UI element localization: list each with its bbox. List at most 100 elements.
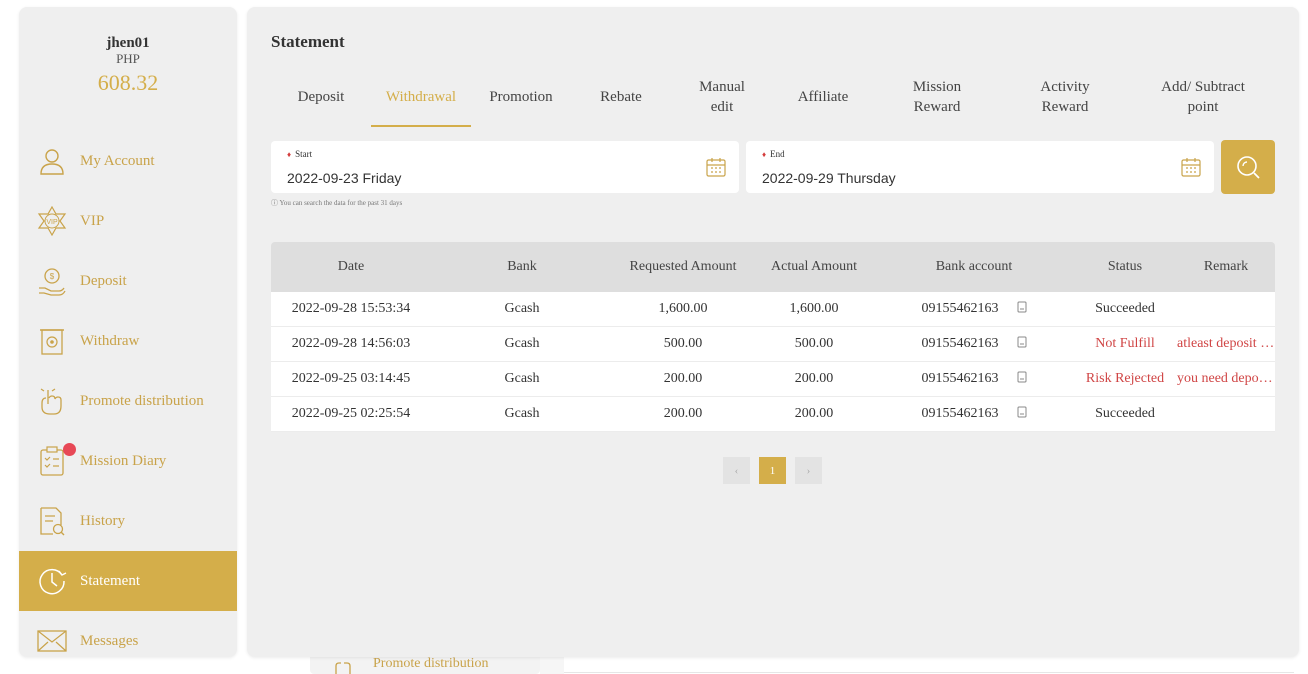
sidebar-item-statement[interactable]: Statement <box>19 551 237 611</box>
tab-affiliate[interactable]: Affiliate <box>773 67 873 127</box>
user-info: jhen01 PHP 608.32 <box>19 7 237 131</box>
cell-bank: Gcash <box>504 406 540 421</box>
sidebar-item-deposit[interactable]: $ Deposit <box>19 251 237 311</box>
sidebar-item-label: Promote distribution <box>80 392 204 409</box>
tab-add-subtract-point[interactable]: Add/ Subtract point <box>1129 67 1277 127</box>
column-header: Status <box>1107 259 1143 274</box>
user-icon <box>37 146 67 176</box>
promote-hand-icon <box>335 662 351 674</box>
main-panel: Statement Deposit Withdrawal Promotion R… <box>247 7 1299 657</box>
cell-requested-amount: 500.00 <box>663 336 703 351</box>
copy-icon[interactable] <box>1017 301 1027 313</box>
search-button[interactable] <box>1221 140 1275 194</box>
cell-date: 2022-09-25 03:14:45 <box>291 371 411 386</box>
table-header: Date Bank Requested Amount Actual Amount… <box>271 242 1275 292</box>
cell-requested-amount: 200.00 <box>663 406 703 421</box>
sidebar-item-label: Statement <box>80 572 140 589</box>
cell-actual-amount: 1,600.00 <box>789 301 839 316</box>
sidebar-item-messages[interactable]: Messages <box>19 611 237 657</box>
sidebar-item-label: My Account <box>80 152 155 169</box>
svg-text:VIP: VIP <box>46 219 58 226</box>
required-icon: ♦ <box>287 150 292 159</box>
calendar-icon <box>706 158 726 177</box>
column-header: Bank <box>507 259 537 274</box>
background-nav-label: Promote distribution <box>373 656 489 671</box>
username: jhen01 <box>106 35 150 51</box>
copy-icon[interactable] <box>1017 371 1027 383</box>
cell-requested-amount: 200.00 <box>663 371 703 386</box>
start-date-label: ♦ Start <box>287 149 313 159</box>
sidebar: jhen01 PHP 608.32 My Account VIP VIP $ D… <box>19 7 237 657</box>
column-header: Date <box>337 259 365 274</box>
vip-badge-icon: VIP <box>37 206 67 236</box>
copy-icon[interactable] <box>1017 406 1027 418</box>
end-date-value: 2022-09-29 Thursday <box>762 170 896 186</box>
tab-manual-edit[interactable]: Manual edit <box>671 67 773 127</box>
required-icon: ♦ <box>762 150 767 159</box>
promote-hand-icon <box>37 386 67 416</box>
cell-bank: Gcash <box>504 301 540 316</box>
table-row: 2022-09-28 15:53:34 Gcash 1,600.00 1,600… <box>271 292 1275 327</box>
cell-status: Succeeded <box>1095 406 1155 421</box>
sidebar-item-promote-distribution[interactable]: Promote distribution <box>19 371 237 431</box>
column-header: Bank account <box>935 259 1013 274</box>
cell-status: Succeeded <box>1095 301 1155 316</box>
sidebar-item-label: VIP <box>80 212 105 229</box>
statement-tabs: Deposit Withdrawal Promotion Rebate Manu… <box>271 67 1277 129</box>
start-date-value: 2022-09-23 Friday <box>287 170 402 186</box>
tab-activity-reward[interactable]: Activity Reward <box>1001 67 1129 127</box>
sidebar-item-my-account[interactable]: My Account <box>19 131 237 191</box>
history-document-icon <box>37 506 67 536</box>
tab-rebate[interactable]: Rebate <box>571 67 671 127</box>
sidebar-item-label: Withdraw <box>80 332 140 349</box>
envelope-icon <box>37 626 67 656</box>
sidebar-item-label: Mission Diary <box>80 452 167 469</box>
cell-status: Risk Rejected <box>1085 371 1165 386</box>
column-header: Remark <box>1203 259 1249 274</box>
table-row: 2022-09-28 14:56:03 Gcash 500.00 500.00 … <box>271 327 1275 362</box>
end-date-picker[interactable]: ♦ End 2022-09-29 Thursday <box>746 141 1214 193</box>
next-page-button[interactable]: › <box>795 457 822 484</box>
cell-remark: atleast deposit … <box>1177 336 1275 351</box>
currency: PHP <box>116 51 140 66</box>
start-date-picker[interactable]: ♦ Start 2022-09-23 Friday <box>271 141 739 193</box>
background-panel-divider <box>540 656 564 674</box>
search-hint: ⓘ You can search the data for the past 3… <box>271 199 403 207</box>
sidebar-item-mission-diary[interactable]: Mission Diary <box>19 431 237 491</box>
column-header: Requested Amount <box>629 259 737 274</box>
sidebar-item-history[interactable]: History <box>19 491 237 551</box>
balance: 608.32 <box>97 70 159 95</box>
page-number-button[interactable]: 1 <box>759 457 786 484</box>
cell-bank-account: 09155462163 <box>875 371 1073 387</box>
cell-date: 2022-09-28 14:56:03 <box>291 336 411 351</box>
info-icon: ⓘ <box>271 199 278 207</box>
cell-bank: Gcash <box>504 336 540 351</box>
svg-text:$: $ <box>50 272 55 281</box>
cell-requested-amount: 1,600.00 <box>658 301 708 316</box>
cell-remark: you need depo… <box>1177 371 1273 386</box>
copy-icon[interactable] <box>1017 336 1027 348</box>
table-row: 2022-09-25 03:14:45 Gcash 200.00 200.00 … <box>271 362 1275 397</box>
page-title: Statement <box>271 32 345 51</box>
sidebar-item-label: Messages <box>80 632 139 649</box>
cell-bank-account: 09155462163 <box>875 336 1073 352</box>
cell-actual-amount: 200.00 <box>794 406 834 421</box>
cell-date: 2022-09-28 15:53:34 <box>291 301 411 316</box>
notification-dot <box>63 443 76 456</box>
sidebar-item-vip[interactable]: VIP VIP <box>19 191 237 251</box>
cell-actual-amount: 200.00 <box>794 371 834 386</box>
cell-bank-account: 09155462163 <box>875 406 1073 422</box>
cell-status: Not Fulfill <box>1095 336 1155 351</box>
sidebar-item-withdraw[interactable]: Withdraw <box>19 311 237 371</box>
tab-deposit[interactable]: Deposit <box>271 67 371 127</box>
prev-page-button[interactable]: ‹ <box>723 457 750 484</box>
cell-actual-amount: 500.00 <box>794 336 834 351</box>
withdraw-icon <box>37 326 67 356</box>
pagination: ‹ 1 › <box>723 457 831 484</box>
end-date-label: ♦ End <box>762 149 785 159</box>
tab-mission-reward[interactable]: Mission Reward <box>873 67 1001 127</box>
tab-promotion[interactable]: Promotion <box>471 67 571 127</box>
sidebar-item-label: History <box>80 512 125 529</box>
tab-withdrawal[interactable]: Withdrawal <box>371 67 471 127</box>
column-header: Actual Amount <box>771 259 857 274</box>
